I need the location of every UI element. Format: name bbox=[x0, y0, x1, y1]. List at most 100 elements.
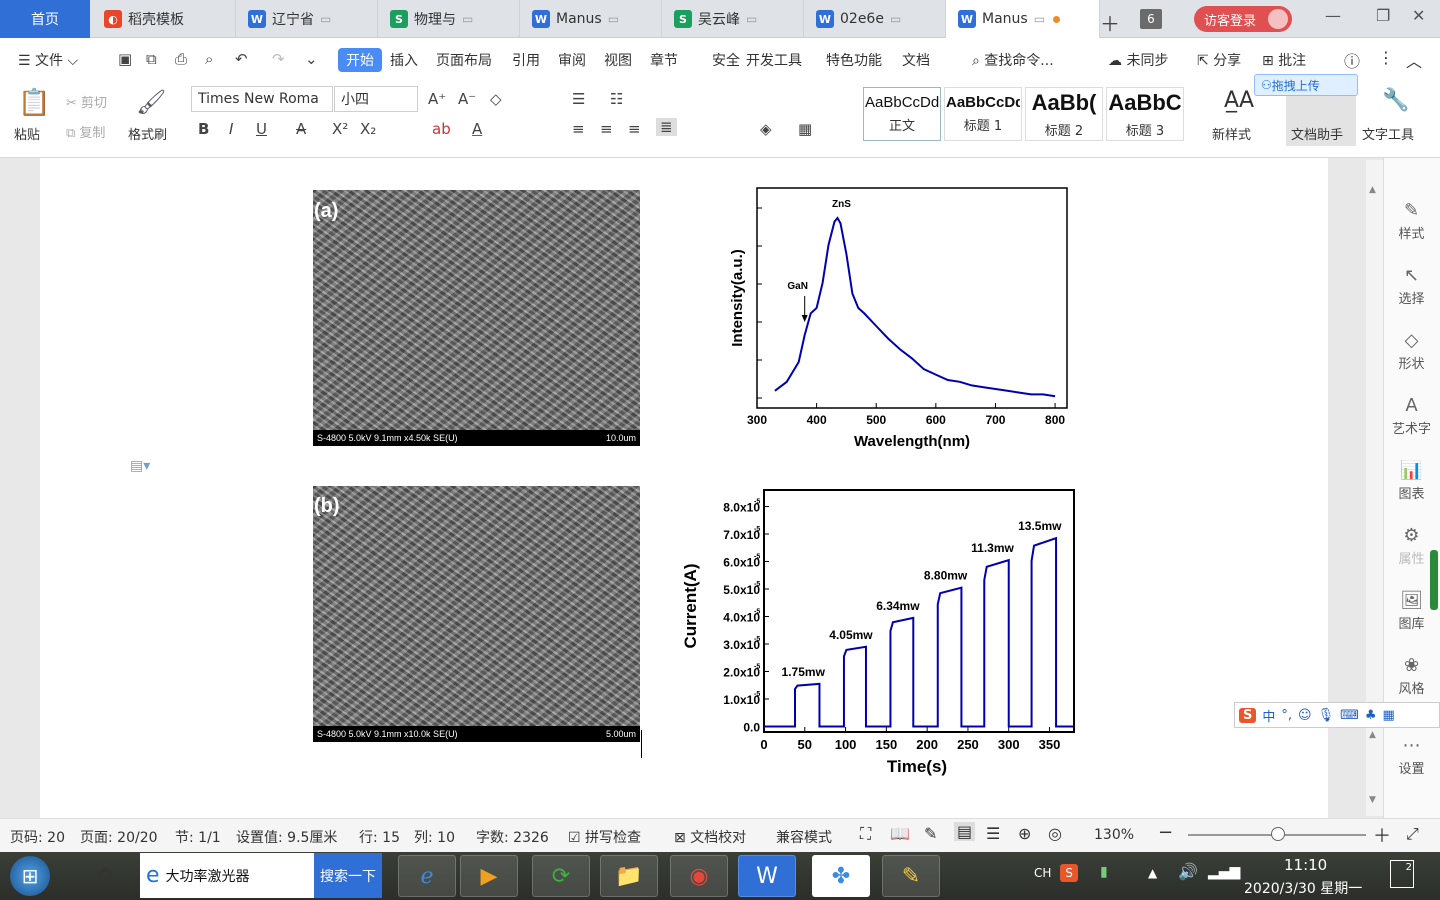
status-page[interactable]: 页码: 20 bbox=[10, 827, 65, 847]
eye-protect-icon[interactable]: ◎ bbox=[1048, 824, 1062, 843]
scroll-next-page-icon[interactable]: ▼ bbox=[1369, 795, 1376, 805]
style-preset-3[interactable]: AaBb(标题 2 bbox=[1025, 87, 1103, 141]
menu-tab-6[interactable]: 视图 bbox=[604, 50, 632, 70]
font-color-button[interactable]: A bbox=[472, 120, 482, 138]
browser-search-box[interactable]: e 大功率激光器 bbox=[140, 853, 314, 898]
ime-punct-icon[interactable]: °, bbox=[1281, 708, 1292, 723]
zoom-slider-thumb[interactable] bbox=[1271, 827, 1285, 841]
help-icon[interactable]: ⓘ bbox=[1344, 48, 1360, 72]
doc-tab-7[interactable]: W Manus ▭ bbox=[946, 0, 1100, 38]
paste-options-icon[interactable]: ▤▾ bbox=[130, 458, 150, 474]
status-col[interactable]: 列: 10 bbox=[414, 827, 455, 847]
preview-icon[interactable]: ⌕ bbox=[205, 50, 213, 68]
sidebar-shape[interactable]: ◇ 形状 bbox=[1383, 330, 1440, 372]
menu-tab-7[interactable]: 章节 bbox=[650, 50, 678, 70]
fit-window-icon[interactable]: ⤢ bbox=[1406, 824, 1419, 844]
clock-time[interactable]: 11:10 bbox=[1284, 856, 1327, 874]
taskbar-ie-icon[interactable]: ℯ bbox=[398, 855, 456, 897]
taskbar-folder-icon[interactable]: 📁 bbox=[600, 855, 658, 897]
menu-tab-1[interactable]: 开始 bbox=[338, 48, 382, 72]
read-mode-icon[interactable]: 📖 bbox=[890, 824, 910, 843]
taskbar-draw-icon[interactable]: ✎ bbox=[882, 855, 940, 897]
sync-status[interactable]: ☁ 未同步 bbox=[1108, 50, 1168, 70]
login-button[interactable]: 访客登录 bbox=[1194, 6, 1292, 32]
menu-tab-3[interactable]: 页面布局 bbox=[436, 50, 492, 70]
italic-button[interactable]: I bbox=[229, 120, 233, 138]
annotation-button[interactable]: ⊞ 批注 bbox=[1262, 50, 1306, 70]
strikethrough-button[interactable]: A bbox=[296, 120, 306, 138]
search-command[interactable]: ⌕ 查找命令... bbox=[972, 50, 1054, 70]
ime-voice-icon[interactable]: 🎙 bbox=[1318, 708, 1335, 723]
superscript-button[interactable]: X² bbox=[332, 120, 348, 138]
doc-tab-2[interactable]: W 辽宁省 ▭ bbox=[236, 0, 378, 38]
web-view-icon[interactable]: ⊕ bbox=[1018, 824, 1031, 843]
share-button[interactable]: ⇱ 分享 bbox=[1197, 50, 1241, 70]
new-style-icon[interactable]: A̲A bbox=[1224, 88, 1254, 113]
sidebar-property[interactable]: ⚙ 属性 bbox=[1383, 525, 1440, 567]
menu-tab-8[interactable]: 安全 bbox=[712, 50, 740, 70]
align-right-icon[interactable]: ≡ bbox=[628, 120, 641, 138]
menu-tab-2[interactable]: 插入 bbox=[390, 50, 418, 70]
sidebar-select[interactable]: ↖ 选择 bbox=[1383, 265, 1440, 307]
print-icon[interactable]: ⎙ bbox=[175, 50, 187, 68]
ime-mode-icon[interactable]: 中 bbox=[1262, 706, 1275, 725]
doc-proof-button[interactable]: ⊠ 文档校对 bbox=[674, 827, 746, 847]
bullet-list-icon[interactable]: ☰ bbox=[572, 90, 585, 108]
redo-icon[interactable]: ↷ bbox=[272, 50, 285, 68]
language-indicator[interactable]: CH bbox=[1034, 866, 1051, 880]
sidebar-theme[interactable]: ❀ 风格 bbox=[1383, 655, 1440, 697]
zoom-out-button[interactable]: − bbox=[1158, 822, 1173, 843]
new-tab-button[interactable]: ＋ bbox=[1100, 8, 1120, 37]
cut-button[interactable]: ✂ 剪切 bbox=[66, 92, 107, 111]
close-button[interactable]: ✕ bbox=[1412, 6, 1425, 25]
save-icon[interactable]: ▣ bbox=[118, 50, 132, 68]
tab-home[interactable]: 首页 bbox=[0, 0, 90, 38]
border-icon[interactable]: ▦ bbox=[798, 120, 812, 138]
paste-icon[interactable]: 📋 bbox=[18, 88, 50, 118]
restore-button[interactable]: ❐ bbox=[1376, 6, 1390, 25]
menu-tab-9[interactable]: 开发工具 bbox=[746, 50, 802, 70]
align-center-icon[interactable]: ≡ bbox=[600, 120, 613, 138]
ime-emoji-icon[interactable]: ☺ bbox=[1298, 708, 1312, 723]
scroll-up-icon[interactable]: ▲ bbox=[1369, 185, 1376, 195]
tray-sogou-icon[interactable]: S bbox=[1060, 864, 1078, 882]
status-row[interactable]: 行: 15 bbox=[359, 827, 400, 847]
page-view-icon[interactable]: ▤ bbox=[954, 822, 976, 841]
status-section[interactable]: 节: 1/1 bbox=[175, 827, 221, 847]
export-icon[interactable]: ⧉ bbox=[146, 50, 157, 68]
format-painter-button[interactable]: 格式刷 bbox=[128, 124, 167, 143]
ime-skin-icon[interactable]: ♣ bbox=[1365, 708, 1377, 723]
style-preset-1[interactable]: AaBbCcDd 正文 bbox=[863, 87, 941, 141]
status-word-count[interactable]: 字数: 2326 bbox=[476, 827, 549, 847]
sogou-icon[interactable]: S bbox=[1239, 707, 1257, 723]
justify-icon[interactable]: ≣ bbox=[656, 118, 677, 136]
sidebar-gallery[interactable]: 🖼 图库 bbox=[1383, 590, 1440, 632]
subscript-button[interactable]: X₂ bbox=[360, 120, 376, 138]
doc-tab-5[interactable]: S 吴云峰 ▭ bbox=[662, 0, 804, 38]
status-setting[interactable]: 设置值: 9.5厘米 bbox=[236, 827, 337, 847]
taskbar-media-icon[interactable]: ▶ bbox=[460, 855, 518, 897]
more-dropdown-icon[interactable]: ⌄ bbox=[305, 50, 318, 68]
taskbar-chrome-icon[interactable]: ◉ bbox=[670, 855, 728, 897]
menu-tab-5[interactable]: 审阅 bbox=[558, 50, 586, 70]
sidebar-chart[interactable]: 📊 图表 bbox=[1383, 460, 1440, 502]
taskbar-wps-icon[interactable]: W bbox=[738, 855, 796, 897]
copy-button[interactable]: ⧉ 复制 bbox=[66, 122, 105, 141]
highlight-button[interactable]: ab bbox=[432, 120, 451, 138]
sidebar-style[interactable]: ✎ 样式 bbox=[1383, 200, 1440, 242]
style-preset-4[interactable]: AaBbC 标题 3 bbox=[1106, 87, 1184, 141]
taskbar-cloud-icon[interactable]: ✤ bbox=[812, 855, 870, 897]
search-go-button[interactable]: 搜索一下 bbox=[314, 853, 382, 898]
text-tool-button[interactable]: 文字工具 bbox=[1362, 124, 1414, 143]
shrink-font-button[interactable]: A⁻ bbox=[458, 90, 476, 108]
file-menu[interactable]: ☰ 文件 ⌵ bbox=[18, 50, 78, 70]
tray-network-icon[interactable]: ▂▄▆ bbox=[1208, 864, 1240, 880]
tray-volume-icon[interactable]: 🔊 bbox=[1178, 862, 1198, 881]
undo-icon[interactable]: ↶ bbox=[235, 50, 248, 68]
doc-tab-3[interactable]: S 物理与 ▭ bbox=[378, 0, 520, 38]
grow-font-button[interactable]: A⁺ bbox=[428, 90, 446, 108]
eraser-icon[interactable]: ◇ bbox=[490, 90, 502, 108]
shading-icon[interactable]: ◈ bbox=[760, 120, 772, 138]
upload-tooltip[interactable]: ⚇ 拖拽上传 bbox=[1254, 74, 1358, 96]
paste-button[interactable]: 粘贴 bbox=[14, 124, 40, 143]
